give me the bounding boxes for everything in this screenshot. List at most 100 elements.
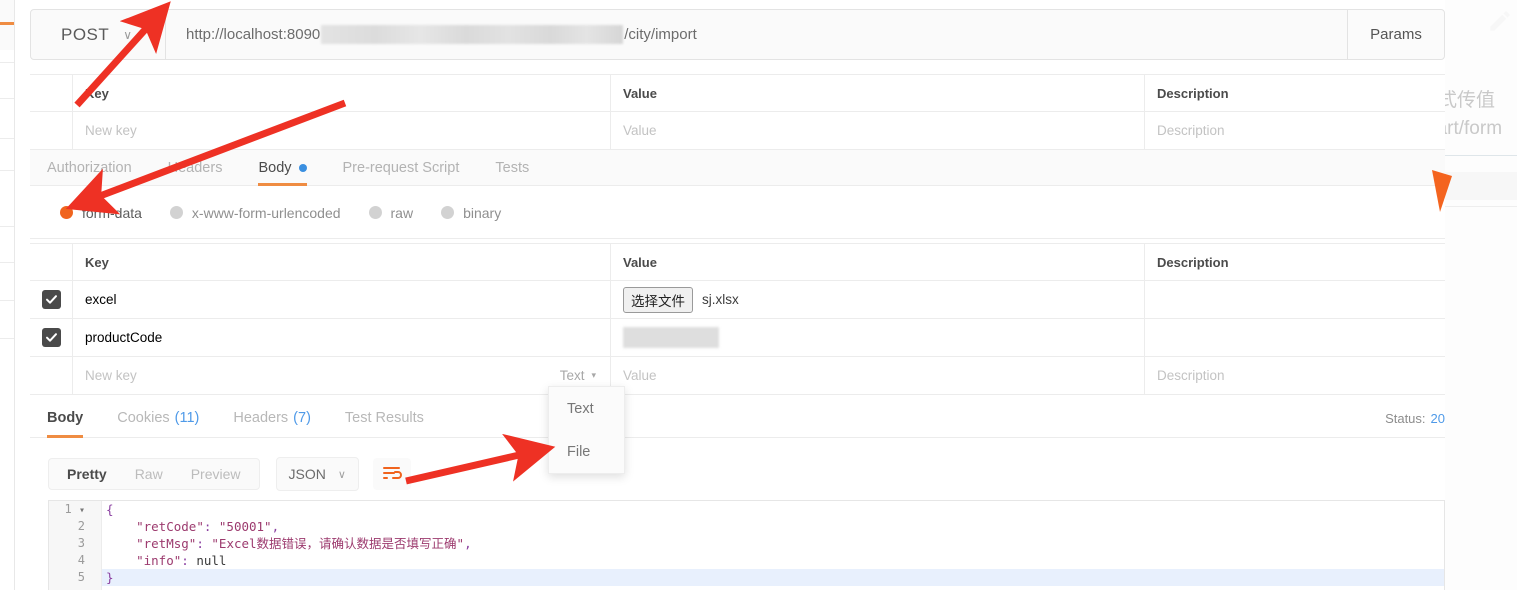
params-new-check [30,112,73,149]
response-view-toolbar: Pretty Raw Preview JSON ∨ [30,450,1445,498]
params-header-key: Key [73,75,611,111]
table-row[interactable]: excel 选择文件 sj.xlsx [30,281,1445,319]
view-mode-raw[interactable]: Raw [121,459,177,489]
choose-file-button[interactable]: 选择文件 [623,286,693,313]
checkbox-checked-icon[interactable] [41,290,61,309]
tab-body[interactable]: Body [258,150,307,186]
form-header-description: Description [1157,254,1229,270]
radio-x-www-form-urlencoded[interactable]: x-www-form-urlencoded [169,205,341,221]
body-type-radio-group: form-data x-www-form-urlencoded raw bina… [30,187,1445,239]
tab-tests[interactable]: Tests [495,150,529,186]
sidebar-strip-line [0,300,14,301]
code-line: "retCode": "50001", [136,519,280,534]
sidebar-strip-line [0,226,14,227]
wrap-lines-button[interactable] [372,458,411,490]
radio-binary[interactable]: binary [441,205,501,221]
request-tab-bar: Authorization Headers Body Pre-request S… [30,150,1445,186]
row-checkbox-cell[interactable] [30,319,73,356]
code-line: "info": null [136,553,227,568]
tab-headers[interactable]: Headers [168,150,223,186]
row-key-productcode[interactable]: productCode [73,319,611,356]
headers-count-badge: (7) [293,409,311,426]
tab-authorization-label: Authorization [47,159,132,176]
params-table: Key Value Description New key Value Desc… [30,74,1445,150]
params-button[interactable]: Params [1347,10,1444,59]
radio-unselected-icon [441,206,455,219]
body-modified-dot-icon [298,163,307,172]
method-dropdown[interactable]: POST ∨ [31,10,166,59]
url-input[interactable]: http://localhost:8090/city/import [166,10,1347,59]
chevron-down-icon: ▾ [591,370,596,380]
row-key-excel[interactable]: excel [73,281,611,318]
line-number: 3 [77,536,85,550]
radio-unselected-icon [368,206,382,219]
view-mode-segmented-control: Pretty Raw Preview [48,458,260,490]
url-redacted-segment [321,25,624,44]
form-new-description-input[interactable]: Description [1145,357,1445,394]
format-dropdown[interactable]: JSON ∨ [275,457,359,491]
tab-authorization[interactable]: Authorization [47,150,132,186]
form-data-table: Key Value Description excel 选择文件 sj.xlsx [30,243,1445,395]
row-value-file[interactable]: 选择文件 sj.xlsx [611,281,1145,318]
status-code: 20 [1430,410,1445,426]
form-new-row[interactable]: New key Text ▾ Value Description [30,357,1445,395]
form-new-key-cell[interactable]: New key Text ▾ [73,357,611,394]
row-checkbox-cell[interactable] [30,281,73,318]
sidebar-strip-line [0,138,14,139]
response-tab-headers-label: Headers [233,409,289,426]
view-mode-preview[interactable]: Preview [177,459,255,489]
chevron-down-icon: ∨ [123,27,133,42]
tab-pre-request-script[interactable]: Pre-request Script [343,150,460,186]
left-sidebar-strip [0,0,15,590]
value-type-dropdown[interactable]: Text ▾ [560,368,596,383]
form-new-value-input[interactable]: Value [611,357,1145,394]
response-tab-cookies[interactable]: Cookies (11) [117,398,199,438]
params-header-value: Value [611,75,1145,111]
params-new-row[interactable]: New key Value Description [30,112,1445,150]
radio-binary-label: binary [463,204,502,221]
row-description-input[interactable] [1145,319,1445,356]
sidebar-strip-box [0,0,14,50]
code-line: { [106,502,114,517]
radio-form-data-label: form-data [82,204,142,221]
sidebar-strip-line [0,170,14,171]
form-header-value: Value [611,244,1145,280]
response-tab-test-results[interactable]: Test Results [345,398,424,438]
response-body-code-viewer[interactable]: 1 ▾ 2 3 4 5 { "retCode": "50001", "retMs… [48,500,1445,590]
params-new-description-input[interactable]: Description [1145,112,1445,149]
response-tab-headers[interactable]: Headers (7) [233,398,311,438]
params-new-key-input[interactable]: New key [73,112,611,149]
form-header-check [30,244,73,280]
table-row[interactable]: productCode [30,319,1445,357]
value-type-label: Text [559,368,585,383]
line-number: 5 [77,570,85,584]
form-new-check [30,357,73,394]
form-new-key-input[interactable]: New key [85,368,137,383]
fold-arrow-icon: ▾ [78,505,85,516]
code-line: } [102,569,1444,586]
line-number: 4 [77,553,85,567]
menu-item-text[interactable]: Text [549,387,624,430]
radio-raw[interactable]: raw [368,205,413,221]
menu-item-file[interactable]: File [549,430,624,473]
form-header-key: Key [73,244,611,280]
cookies-count-badge: (11) [174,409,200,426]
response-tab-test-results-label: Test Results [344,409,424,426]
background-block-2 [1436,206,1517,207]
params-table-header-row: Key Value Description [30,74,1445,112]
wrap-lines-icon [382,467,402,479]
postman-window: POST ∨ http://localhost:8090/city/import… [0,0,1445,590]
sidebar-strip-line [0,62,14,63]
row-value-redacted[interactable] [611,319,1145,356]
method-label: POST [61,24,110,44]
selected-file-name: sj.xlsx [702,292,739,307]
row-description-input[interactable] [1145,281,1445,318]
response-tab-body[interactable]: Body [47,398,84,438]
checkbox-checked-icon[interactable] [41,328,61,347]
params-header-check [30,75,73,111]
redacted-value [623,327,719,348]
line-number-gutter: 1 ▾ 2 3 4 5 [49,501,102,590]
params-new-value-input[interactable]: Value [611,112,1145,149]
view-mode-pretty[interactable]: Pretty [53,459,121,489]
radio-form-data[interactable]: form-data [60,205,142,221]
